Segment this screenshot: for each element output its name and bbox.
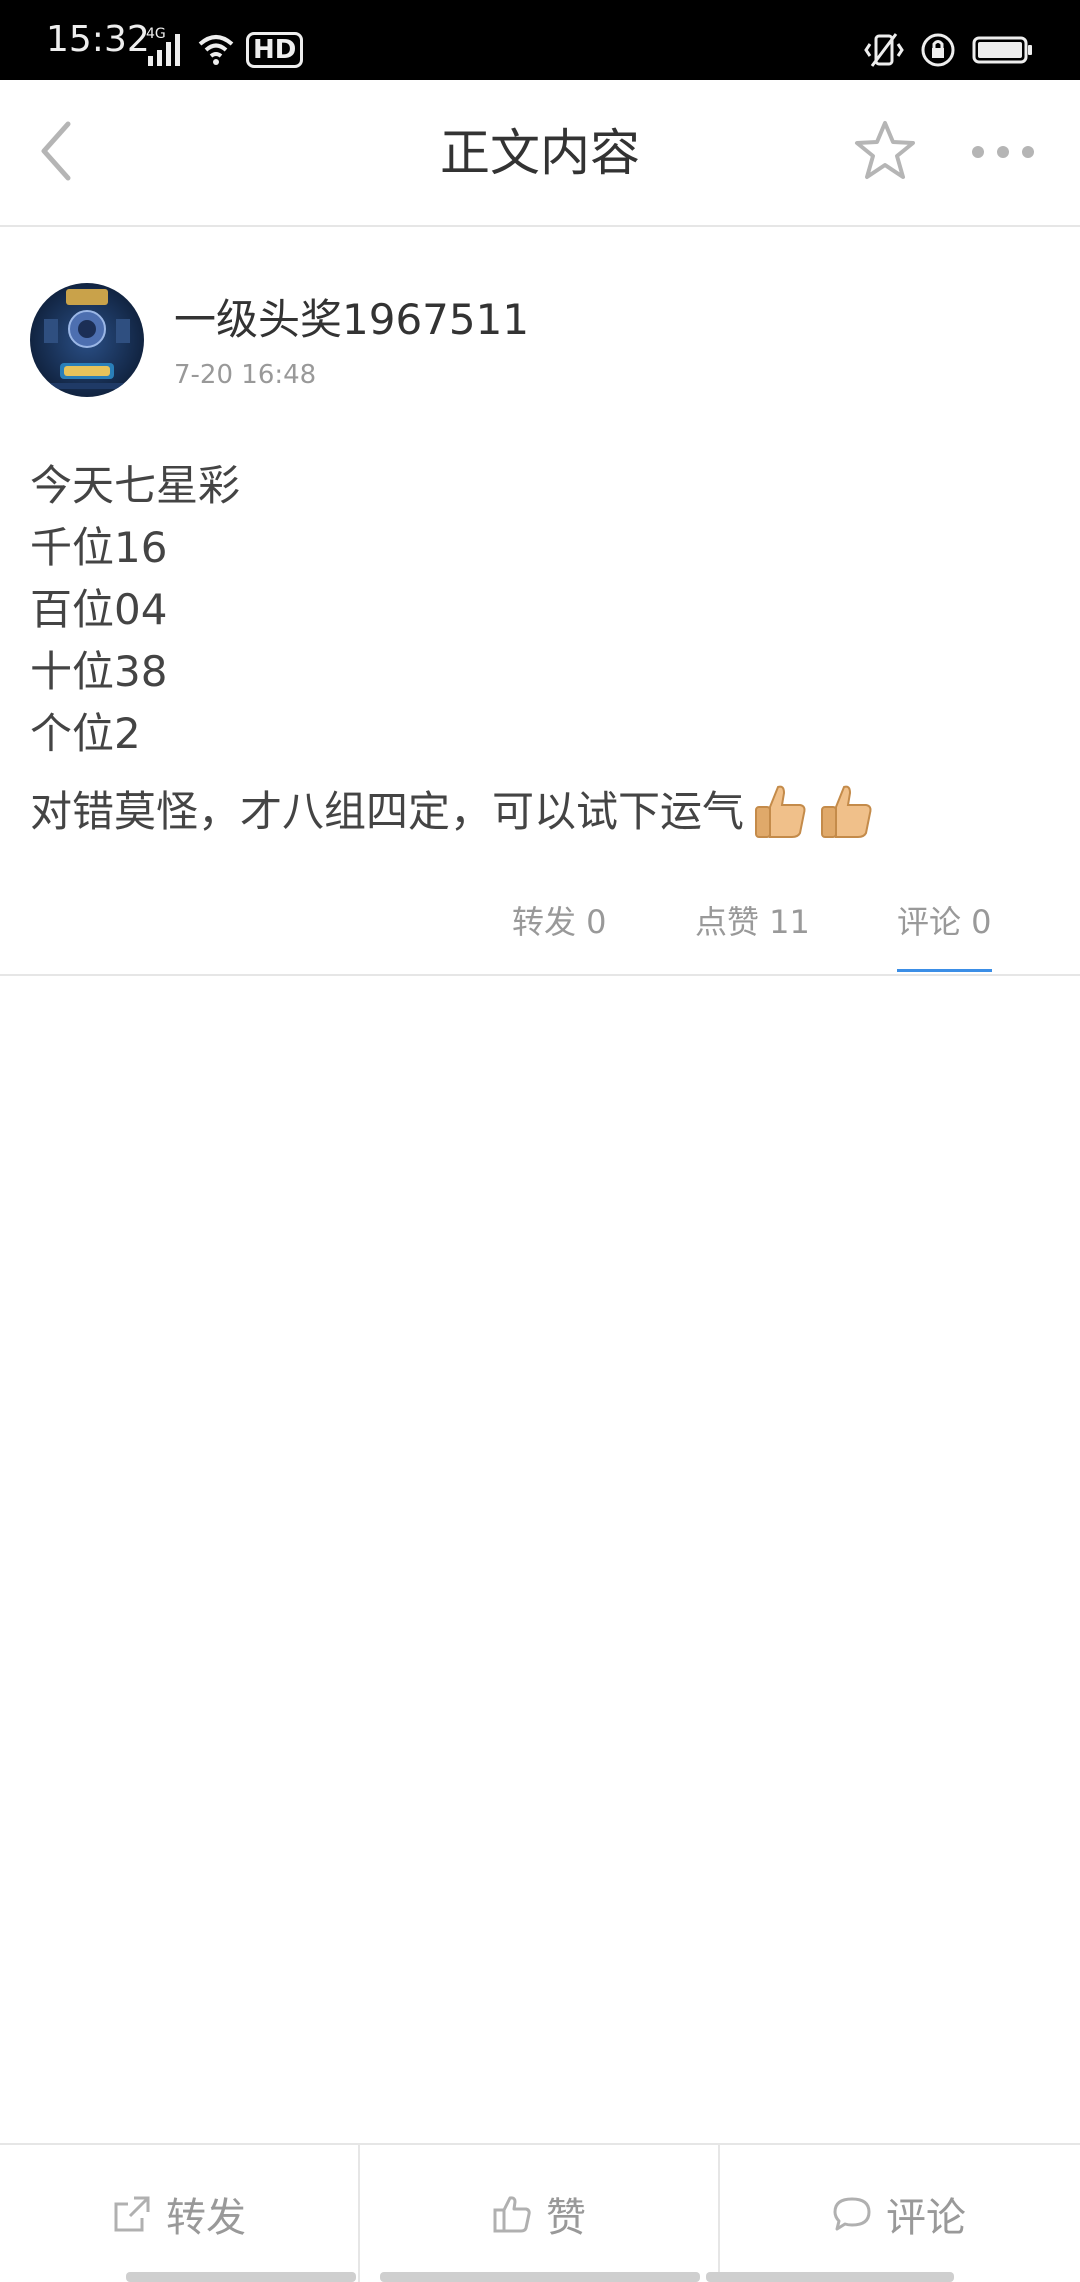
hd-icon: HD <box>246 32 304 68</box>
author-name[interactable]: 一级头奖1967511 <box>174 292 529 348</box>
repost-button[interactable]: 转发 <box>0 2145 358 2282</box>
tab-repost[interactable]: 转发 0 <box>512 890 607 972</box>
thumbs-up-icon <box>748 781 810 843</box>
comment-icon <box>833 2197 871 2230</box>
battery-icon <box>972 34 1034 66</box>
post-line-last: 对错莫怪，才八组四定，可以试下运气 <box>30 781 1050 843</box>
like-button[interactable]: 赞 <box>360 2145 718 2282</box>
like-button-label: 赞 <box>546 2194 586 2241</box>
post-line: 今天七星彩 <box>30 461 241 510</box>
comment-button[interactable]: 评论 <box>720 2145 1078 2282</box>
post-line: 十位38 <box>30 647 168 696</box>
star-icon <box>855 121 915 179</box>
repost-button-label: 转发 <box>166 2194 246 2241</box>
tab-comments-label: 评论 0 <box>897 903 992 941</box>
more-button[interactable] <box>968 132 1038 172</box>
status-right-icons <box>864 30 1034 70</box>
vibrate-icon <box>864 30 904 70</box>
thumbs-up-outline-icon <box>493 2195 531 2232</box>
signal-icon: 4G <box>146 26 186 68</box>
post-line: 个位2 <box>30 709 141 758</box>
status-bar: 15:32 4G HD <box>0 0 1080 80</box>
post-line: 百位04 <box>30 585 168 634</box>
avatar-image <box>30 283 144 397</box>
top-navigation: 正文内容 <box>0 80 1080 227</box>
status-time: 15:32 <box>46 19 150 60</box>
post-content: 今天七星彩 千位16 百位04 十位38 个位2 对错莫怪，才八组四定，可以试下… <box>30 455 1050 843</box>
tab-comments[interactable]: 评论 0 <box>897 890 992 972</box>
author-avatar[interactable] <box>30 283 144 397</box>
share-icon <box>114 2196 150 2231</box>
wifi-icon <box>196 28 236 68</box>
comment-button-label: 评论 <box>886 2194 966 2241</box>
favorite-button[interactable] <box>852 118 918 184</box>
status-left-icons: 4G HD <box>146 26 304 68</box>
lock-rotation-icon <box>920 32 956 68</box>
nav-handle <box>126 2272 356 2282</box>
page-title: 正文内容 <box>440 124 640 182</box>
active-tab-indicator <box>897 969 992 972</box>
post-line: 千位16 <box>30 523 168 572</box>
more-icon <box>972 146 1034 158</box>
bottom-action-bar: 转发 赞 评论 <box>0 2143 1080 2282</box>
post-timestamp: 7-20 16:48 <box>174 360 317 390</box>
network-type-label: 4G <box>146 26 166 42</box>
nav-handle <box>706 2272 954 2282</box>
post-last-text: 对错莫怪，才八组四定，可以试下运气 <box>30 787 745 836</box>
post-stats-tabs: 转发 0 点赞 11 评论 0 <box>0 890 1080 976</box>
nav-handle <box>380 2272 700 2282</box>
thumbs-up-icon <box>814 781 876 843</box>
tab-likes[interactable]: 点赞 11 <box>695 890 810 972</box>
